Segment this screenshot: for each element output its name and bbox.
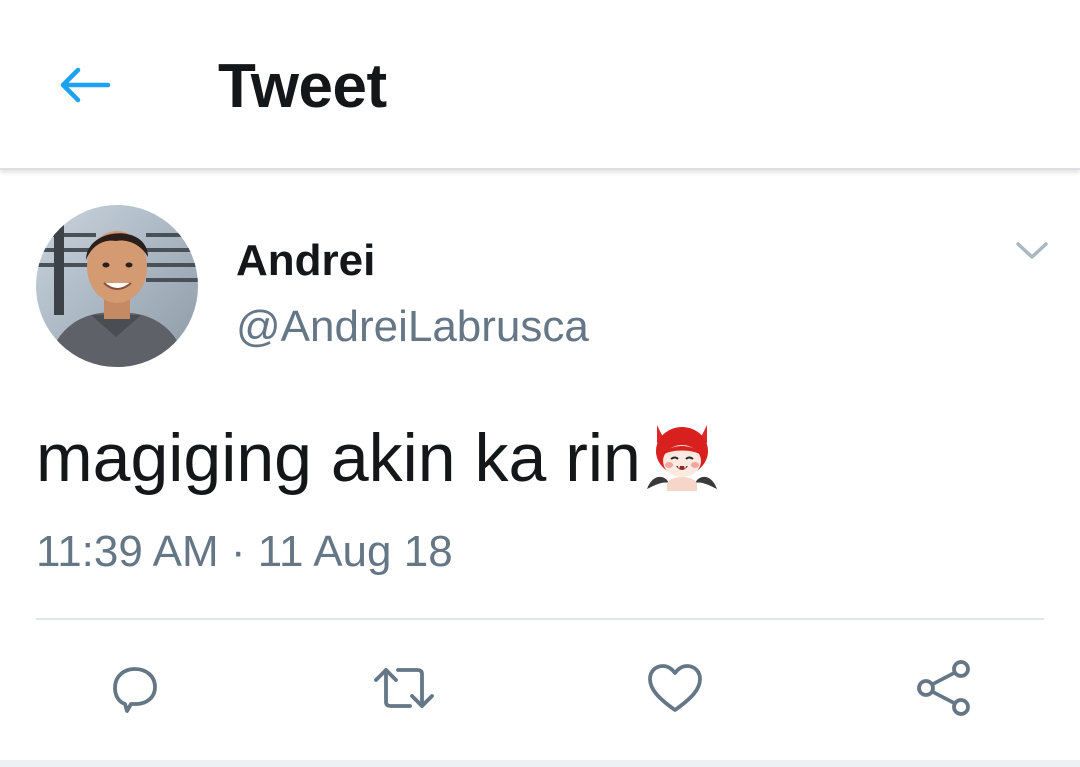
avatar[interactable] (36, 205, 198, 367)
back-button[interactable] (44, 50, 124, 120)
heart-icon (648, 664, 702, 712)
tweet-timestamp: 11:39 AM · 11 Aug 18 (36, 527, 453, 576)
bottom-separator (0, 760, 1080, 767)
author-handle[interactable]: @AndreiLabrusca (236, 302, 589, 352)
retweet-icon (374, 668, 434, 708)
more-options-button[interactable] (1008, 226, 1056, 274)
share-icon (917, 660, 970, 716)
page-title: Tweet (218, 52, 387, 121)
avatar-image (36, 205, 198, 367)
author-name[interactable]: Andrei (236, 236, 375, 286)
share-button[interactable] (908, 652, 980, 724)
tweet-detail-screen: Tweet Andrei @AndreiLabrusca magiging ak… (0, 0, 1080, 767)
devil-face-emoji (646, 425, 717, 491)
app-header: Tweet (0, 0, 1080, 170)
divider (36, 618, 1044, 620)
reply-icon (113, 667, 157, 713)
tweet-text-content: magiging akin ka rin (36, 420, 641, 496)
chevron-down-icon (1016, 242, 1048, 259)
reply-button[interactable] (99, 652, 171, 724)
retweet-button[interactable] (368, 652, 440, 724)
tweet-text: magiging akin ka rin (36, 418, 721, 498)
back-arrow-icon (60, 67, 111, 103)
like-button[interactable] (639, 652, 711, 724)
